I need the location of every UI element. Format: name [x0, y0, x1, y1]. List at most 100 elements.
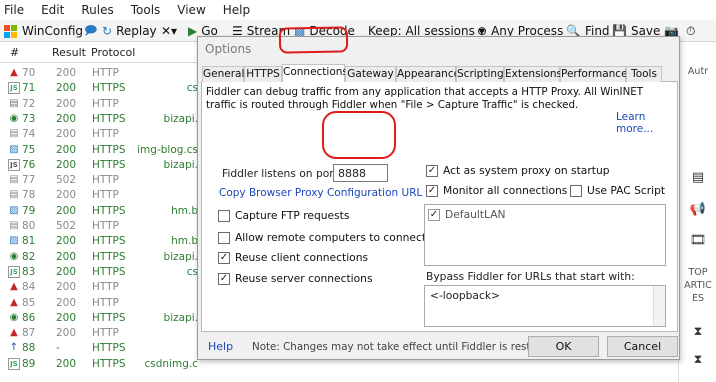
session-type-icon: ▨ [9, 204, 19, 216]
session-result: 200 [56, 112, 77, 125]
session-type-icon: ◉ [9, 112, 19, 124]
session-type-icon: ▨ [9, 143, 19, 155]
session-protocol: HTTPS [92, 265, 126, 278]
help-link[interactable]: Help [208, 340, 233, 353]
reuse-server-checkbox[interactable]: ✓ Reuse server connections [218, 272, 373, 285]
learn-more-link[interactable]: Learn more... [616, 111, 677, 135]
winconfig-button[interactable]: WinConfig [4, 22, 83, 40]
replay-button[interactable]: ↻ Replay [102, 22, 157, 40]
session-protocol: HTTP [92, 327, 119, 340]
session-result: 200 [56, 235, 77, 248]
session-row[interactable]: ◉ 86 200 HTTPS bizapi. [0, 311, 200, 326]
session-protocol: HTTPS [92, 357, 126, 370]
session-number: 70 [22, 67, 36, 79]
allow-remote-label: Allow remote computers to connect [235, 231, 427, 244]
tab-connections[interactable]: Connections [282, 64, 348, 83]
session-row[interactable]: ▨ 75 200 HTTPS img-blog.cs [0, 143, 200, 158]
session-row[interactable]: ▤ 78 200 HTTP [0, 188, 200, 203]
session-type-icon: ▲ [10, 67, 18, 78]
session-row[interactable]: ▤ 80 502 HTTP [0, 219, 200, 234]
reuse-server-label: Reuse server connections [235, 272, 373, 285]
column-header-protocol[interactable]: Protocol [91, 46, 135, 59]
tab-tools[interactable]: Tools [626, 66, 662, 82]
session-number: 88 [22, 342, 36, 355]
session-row[interactable]: ▲ 85 200 HTTP [0, 296, 200, 311]
port-input[interactable]: 8888 [333, 164, 388, 182]
tab-appearance[interactable]: Appearance [396, 66, 460, 82]
session-row[interactable]: ↑ 88 - HTTPS [0, 341, 200, 356]
tab-extensions[interactable]: Extensions [504, 66, 562, 82]
session-row[interactable]: JS 71 200 HTTPS cs [0, 81, 200, 96]
session-row[interactable]: JS 89 200 HTTPS csdnimg.c [0, 357, 200, 372]
session-result: 200 [56, 204, 77, 217]
menu-help[interactable]: Help [223, 3, 250, 17]
tab-https[interactable]: HTTPS [244, 66, 282, 82]
capture-ftp-checkbox[interactable]: Capture FTP requests [218, 209, 349, 222]
session-host: bizapi. [163, 112, 198, 125]
allow-remote-checkbox[interactable]: Allow remote computers to connect [218, 231, 426, 244]
session-number: 80 [22, 220, 36, 232]
session-row[interactable]: JS 76 200 HTTPS bizapi. [0, 158, 200, 173]
play-icon: ▶ [188, 24, 198, 38]
port-label: Fiddler listens on port: [222, 167, 342, 180]
cancel-button[interactable]: Cancel [607, 336, 678, 357]
session-number: 82 [22, 250, 36, 263]
session-row[interactable]: ▤ 74 200 HTTP [0, 127, 200, 142]
reuse-client-label: Reuse client connections [235, 251, 369, 264]
session-protocol: HTTPS [92, 204, 126, 217]
session-host: bizapi. [163, 250, 198, 263]
tab-gateway[interactable]: Gateway [345, 66, 396, 82]
remove-button[interactable]: ✕▾ [161, 22, 177, 40]
session-row[interactable]: ◉ 82 200 HTTPS bizapi. [0, 250, 200, 265]
act-as-proxy-check: ✓ [426, 164, 438, 177]
bypass-value: <-loopback> [430, 289, 500, 302]
use-pac-checkbox[interactable]: Use PAC Script [570, 184, 665, 197]
session-result: 200 [56, 189, 77, 202]
monitor-all-checkbox[interactable]: ✓ Monitor all connections [426, 184, 567, 197]
tab-scripting[interactable]: Scripting [456, 66, 504, 82]
session-row[interactable]: ▤ 72 200 HTTP [0, 97, 200, 112]
act-as-proxy-checkbox[interactable]: ✓ Act as system proxy on startup [426, 164, 610, 177]
session-row[interactable]: ▲ 84 200 HTTP [0, 280, 200, 295]
session-row[interactable]: ▨ 79 200 HTTPS hm.b [0, 204, 200, 219]
connections-listbox[interactable]: ✓ DefaultLAN [424, 204, 666, 266]
defaultlan-label: DefaultLAN [445, 208, 506, 221]
session-type-icon: JS [8, 82, 20, 95]
film-icon: 🎞 [689, 233, 707, 248]
session-type-icon: JS [8, 357, 20, 370]
menu-view[interactable]: View [177, 3, 205, 17]
session-row[interactable]: ▨ 81 200 HTTPS hm.b [0, 234, 200, 249]
defaultlan-item[interactable]: ✓ DefaultLAN [428, 208, 506, 221]
session-result: 200 [56, 67, 77, 79]
menu-rules[interactable]: Rules [81, 3, 113, 17]
session-number: 81 [22, 235, 36, 248]
session-protocol: HTTPS [92, 342, 126, 355]
tab-performance[interactable]: Performance [560, 66, 628, 82]
menu-tools[interactable]: Tools [131, 3, 161, 17]
session-protocol: HTTP [92, 174, 119, 187]
copy-proxy-url-link[interactable]: Copy Browser Proxy Configuration URL [219, 187, 422, 199]
session-result: 200 [56, 311, 77, 324]
bypass-scrollbar[interactable] [653, 286, 665, 326]
menu-edit[interactable]: Edit [41, 3, 64, 17]
options-dialog: Options General HTTPS Connections Gatewa… [197, 36, 680, 360]
timer-icon[interactable]: ⏱ [686, 22, 695, 40]
tab-general[interactable]: General [202, 66, 244, 82]
session-row[interactable]: ▲ 87 200 HTTP [0, 326, 200, 341]
session-protocol: HTTPS [92, 112, 126, 125]
session-row[interactable]: JS 83 200 HTTPS cs [0, 265, 200, 280]
menu-file[interactable]: File [4, 3, 24, 17]
session-result: 200 [56, 357, 77, 370]
ok-button[interactable]: OK [528, 336, 599, 357]
act-as-proxy-label: Act as system proxy on startup [443, 164, 610, 177]
column-header-number[interactable]: # [10, 46, 19, 59]
comment-icon[interactable]: 🗩 [84, 22, 97, 40]
inspector-tab-label[interactable]: Autr [679, 66, 716, 77]
session-row[interactable]: ◉ 73 200 HTTPS bizapi. [0, 112, 200, 127]
session-row[interactable]: ▤ 77 502 HTTP [0, 173, 200, 188]
session-row[interactable]: ▲ 70 200 HTTP [0, 66, 200, 81]
bypass-textarea[interactable]: <-loopback> [424, 285, 666, 327]
reuse-client-checkbox[interactable]: ✓ Reuse client connections [218, 251, 368, 264]
column-header-result[interactable]: Result [52, 46, 86, 59]
session-protocol: HTTPS [92, 250, 126, 263]
